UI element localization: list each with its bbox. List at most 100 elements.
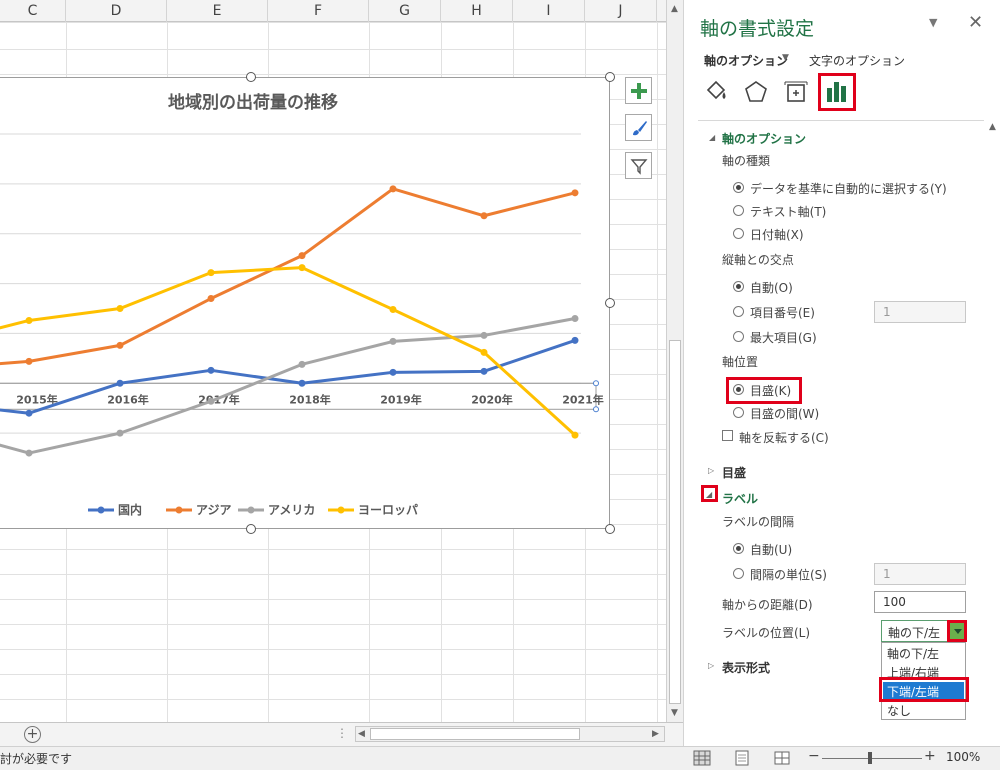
column-header-c[interactable]: C — [0, 0, 66, 22]
section-ticks[interactable]: 目盛 — [722, 464, 746, 481]
page-break-view-icon[interactable] — [773, 750, 791, 766]
zoom-level[interactable]: 100% — [946, 750, 980, 764]
pane-scrollbar[interactable]: ▲ — [987, 122, 999, 722]
radio-position-on-tick-label[interactable]: 目盛(K) — [750, 382, 791, 399]
radio-crosses-auto[interactable] — [733, 281, 744, 292]
column-header-f[interactable]: F — [268, 0, 369, 22]
zoom-slider[interactable] — [822, 758, 922, 759]
brush-icon — [632, 120, 647, 135]
expand-triangle-icon[interactable]: ▷ — [708, 466, 714, 475]
dropdown-option[interactable]: 軸の下/左 — [883, 644, 964, 663]
crosses-label: 縦軸との交点 — [722, 253, 794, 267]
column-header-j[interactable]: J — [585, 0, 657, 22]
vertical-scroll-thumb[interactable] — [669, 340, 681, 704]
page-layout-view-icon[interactable] — [733, 750, 751, 766]
spreadsheet-grid[interactable]: C D E F G H I J 地域別の出荷量の推移 2015年 2016年 2017… — [0, 0, 666, 722]
radio-crosses-category-label[interactable]: 項目番号(E) — [750, 304, 815, 321]
legend-label: アジア — [196, 503, 232, 517]
filter-icon — [629, 158, 648, 175]
data-point — [480, 367, 488, 375]
size-properties-icon — [784, 81, 808, 102]
resize-handle-bottom[interactable] — [246, 524, 256, 534]
resize-handle-top[interactable] — [246, 72, 256, 82]
collapse-triangle-icon[interactable]: ◢ — [709, 133, 715, 142]
radio-interval-unit[interactable] — [733, 568, 744, 579]
chart-styles-button[interactable] — [625, 114, 652, 141]
row-gridline — [0, 674, 666, 675]
radio-axis-type-auto[interactable] — [733, 182, 744, 193]
scroll-down-icon[interactable]: ▼ — [671, 708, 678, 718]
radio-crosses-max-label[interactable]: 最大項目(G) — [750, 329, 817, 346]
data-point — [116, 429, 124, 437]
data-point — [298, 252, 306, 260]
radio-crosses-category[interactable] — [733, 306, 744, 317]
radio-position-on-tick[interactable] — [733, 384, 744, 395]
distance-input[interactable]: 100 — [874, 591, 966, 613]
radio-axis-type-date-label[interactable]: 日付軸(X) — [750, 226, 804, 243]
axis-handle — [593, 380, 599, 387]
radio-axis-type-auto-label[interactable]: データを基準に自動的に選択する(Y) — [750, 180, 947, 197]
line-chart[interactable]: 地域別の出荷量の推移 2015年 2016年 2017年 2018年 2019年 2020年… — [0, 77, 610, 529]
radio-interval-auto-label[interactable]: 自動(U) — [750, 541, 792, 558]
zoom-in-button[interactable]: + — [924, 748, 936, 764]
effects-tab[interactable] — [740, 76, 772, 108]
axis-options-tab[interactable] — [818, 73, 856, 111]
radio-crosses-max[interactable] — [733, 331, 744, 342]
chevron-down-icon[interactable] — [947, 620, 967, 642]
radio-axis-type-date[interactable] — [733, 228, 744, 239]
scroll-up-icon[interactable]: ▲ — [671, 4, 678, 14]
resize-handle-bottom-right[interactable] — [605, 524, 615, 534]
axis-type-label: 軸の種類 — [722, 154, 771, 168]
expand-triangle-icon[interactable]: ▷ — [708, 661, 714, 670]
normal-view-icon[interactable] — [693, 750, 711, 766]
zoom-slider-thumb[interactable] — [868, 752, 872, 764]
column-header-h[interactable]: H — [441, 0, 513, 22]
chevron-down-icon[interactable]: ▼ — [782, 53, 789, 63]
zoom-out-button[interactable]: − — [808, 748, 820, 764]
data-point — [25, 409, 33, 417]
scroll-right-icon[interactable]: ▶ — [652, 729, 659, 739]
radio-position-between-label[interactable]: 目盛の間(W) — [750, 405, 819, 422]
section-number-format[interactable]: 表示形式 — [722, 659, 770, 676]
resize-handle-top-right[interactable] — [605, 72, 615, 82]
column-header-e[interactable]: E — [167, 0, 268, 22]
column-header-d[interactable]: D — [66, 0, 167, 22]
close-icon[interactable]: ✕ — [968, 12, 983, 33]
chart-elements-button[interactable] — [625, 77, 652, 104]
resize-handle-right[interactable] — [605, 298, 615, 308]
section-labels[interactable]: ラベル — [722, 490, 758, 507]
reverse-axis-checkbox[interactable] — [722, 430, 733, 441]
series-line-1 — [0, 187, 576, 366]
add-sheet-button[interactable]: + — [24, 726, 41, 743]
radio-crosses-auto-label[interactable]: 自動(O) — [750, 279, 793, 296]
tab-text-options[interactable]: 文字のオプション — [809, 52, 905, 69]
radio-interval-auto[interactable] — [733, 543, 744, 554]
radio-interval-unit-label[interactable]: 間隔の単位(S) — [750, 566, 827, 583]
column-header-row: C D E F G H I J — [0, 0, 666, 22]
split-handle-icon[interactable]: ⋮ — [336, 726, 348, 740]
data-point — [116, 341, 124, 349]
column-gridline — [657, 22, 658, 722]
fill-line-tab[interactable] — [700, 76, 732, 108]
horizontal-scroll-thumb[interactable] — [370, 728, 580, 740]
horizontal-scrollbar[interactable]: ◀ ▶ — [355, 726, 665, 742]
tab-axis-options[interactable]: 軸のオプション — [704, 52, 788, 69]
reverse-axis-label[interactable]: 軸を反転する(C) — [739, 429, 829, 446]
radio-axis-type-text-label[interactable]: テキスト軸(T) — [750, 203, 826, 220]
chart-filters-button[interactable] — [625, 152, 652, 179]
scroll-left-icon[interactable]: ◀ — [358, 729, 365, 739]
crosses-category-input[interactable]: 1 — [874, 301, 966, 323]
legend-marker — [337, 506, 345, 514]
section-axis-options[interactable]: 軸のオプション — [722, 130, 806, 147]
size-properties-tab[interactable] — [780, 76, 812, 108]
vertical-scrollbar[interactable]: ▲ ▼ — [666, 0, 683, 722]
interval-unit-input[interactable]: 1 — [874, 563, 966, 585]
collapse-triangle-icon[interactable]: ◢ — [706, 490, 712, 499]
scroll-up-icon[interactable]: ▲ — [989, 122, 996, 132]
dropdown-option[interactable]: なし — [883, 701, 964, 720]
radio-position-between[interactable] — [733, 407, 744, 418]
column-header-g[interactable]: G — [369, 0, 441, 22]
column-header-i[interactable]: I — [513, 0, 585, 22]
pane-options-icon[interactable]: ▼ — [929, 16, 937, 29]
radio-axis-type-text[interactable] — [733, 205, 744, 216]
